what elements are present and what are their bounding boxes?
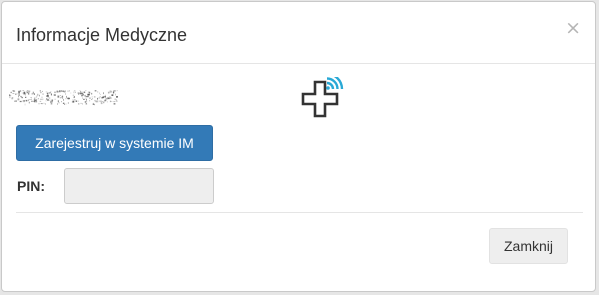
pin-label: PIN:: [17, 178, 45, 194]
obscured-text-image: [9, 90, 118, 106]
footer-divider: [16, 212, 583, 213]
close-button[interactable]: Zamknij: [489, 228, 568, 264]
pin-input[interactable]: [64, 168, 214, 204]
register-im-button[interactable]: Zarejestruj w systemie IM: [16, 125, 213, 161]
modal-header: Informacje Medyczne ×: [2, 2, 595, 64]
modal-title: Informacje Medyczne: [16, 25, 188, 45]
medical-info-dialog: Informacje Medyczne × Zarejestruj w syst…: [1, 1, 596, 292]
medical-cross-wireless-icon: [301, 77, 344, 118]
close-icon[interactable]: ×: [565, 18, 581, 38]
